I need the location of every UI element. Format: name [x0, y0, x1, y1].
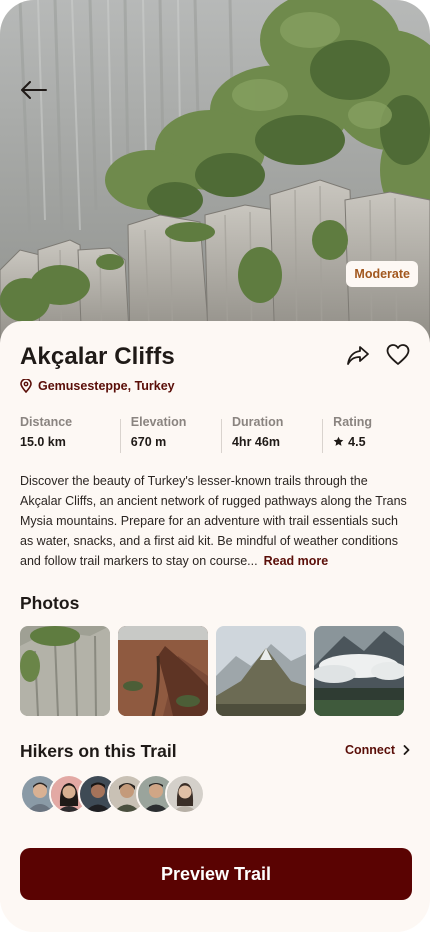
- stat-label: Elevation: [130, 415, 187, 429]
- stat-value: 4hr 46m: [231, 435, 280, 449]
- connect-label: Connect: [345, 743, 395, 757]
- favorite-button[interactable]: [386, 343, 410, 367]
- trail-description: Discover the beauty of Turkey's lesser-k…: [20, 471, 412, 571]
- stat-label: Duration: [231, 415, 284, 429]
- preview-trail-button[interactable]: Preview Trail: [20, 848, 412, 900]
- stat-divider: [322, 419, 324, 453]
- heart-icon: [386, 344, 410, 365]
- star-icon: [333, 436, 344, 446]
- hiker-avatars: [20, 774, 205, 814]
- avatar-image: [167, 776, 203, 812]
- map-pin-icon: [20, 379, 32, 393]
- stat-label: Distance: [20, 415, 73, 429]
- stat-value: 15.0 km: [20, 435, 66, 449]
- cliff-landscape-illustration: [0, 0, 430, 350]
- stat-distance: Distance 15.0 km: [20, 415, 120, 455]
- location-text: Gemusesteppe, Turkey: [38, 379, 175, 393]
- stat-label: Rating: [333, 415, 373, 429]
- stat-value: 670 m: [130, 435, 167, 449]
- difficulty-badge: Moderate: [346, 261, 418, 287]
- trail-stats: Distance 15.0 km Elevation 670 m Duratio…: [20, 415, 410, 455]
- cloudy-peaks-photo-image: [314, 626, 404, 716]
- cliff-photo-image: [20, 626, 110, 716]
- read-more-link[interactable]: Read more: [264, 554, 329, 568]
- mountain-ridge-photo-image: [216, 626, 306, 716]
- back-button[interactable]: [18, 74, 50, 106]
- trail-location: Gemusesteppe, Turkey: [20, 379, 175, 393]
- arrow-left-icon: [21, 81, 47, 99]
- chevron-right-icon: [403, 745, 410, 755]
- canyon-photo[interactable]: [118, 626, 208, 716]
- stat-divider: [119, 419, 121, 453]
- connect-link[interactable]: Connect: [345, 743, 410, 757]
- share-button[interactable]: [346, 343, 370, 367]
- stat-duration: Duration 4hr 46m: [232, 415, 322, 455]
- hikers-heading: Hikers on this Trail: [20, 741, 177, 761]
- photo-gallery: [20, 626, 404, 716]
- avatar[interactable]: [165, 774, 205, 814]
- stat-rating: Rating 4.5: [333, 415, 410, 455]
- share-arrow-icon: [347, 346, 369, 365]
- stat-divider: [221, 419, 222, 453]
- stat-value: 4.5: [348, 435, 366, 449]
- hero-image: Moderate: [0, 0, 430, 350]
- cloudy-peaks-photo[interactable]: [314, 626, 404, 716]
- cliff-photo[interactable]: [20, 626, 110, 716]
- trail-detail-screen: Moderate Akçalar Cliffs Gemusesteppe, Tu…: [0, 0, 430, 932]
- mountain-ridge-photo[interactable]: [216, 626, 306, 716]
- rating-value-row: 4.5: [333, 435, 410, 449]
- photos-heading: Photos: [20, 593, 80, 613]
- trail-title: Akçalar Cliffs: [20, 343, 175, 370]
- description-text: Discover the beauty of Turkey's lesser-k…: [20, 474, 407, 568]
- stat-elevation: Elevation 670 m: [131, 415, 221, 455]
- canyon-photo-image: [118, 626, 208, 716]
- trail-details-sheet: Akçalar Cliffs Gemusesteppe, Turkey Dist…: [0, 321, 430, 932]
